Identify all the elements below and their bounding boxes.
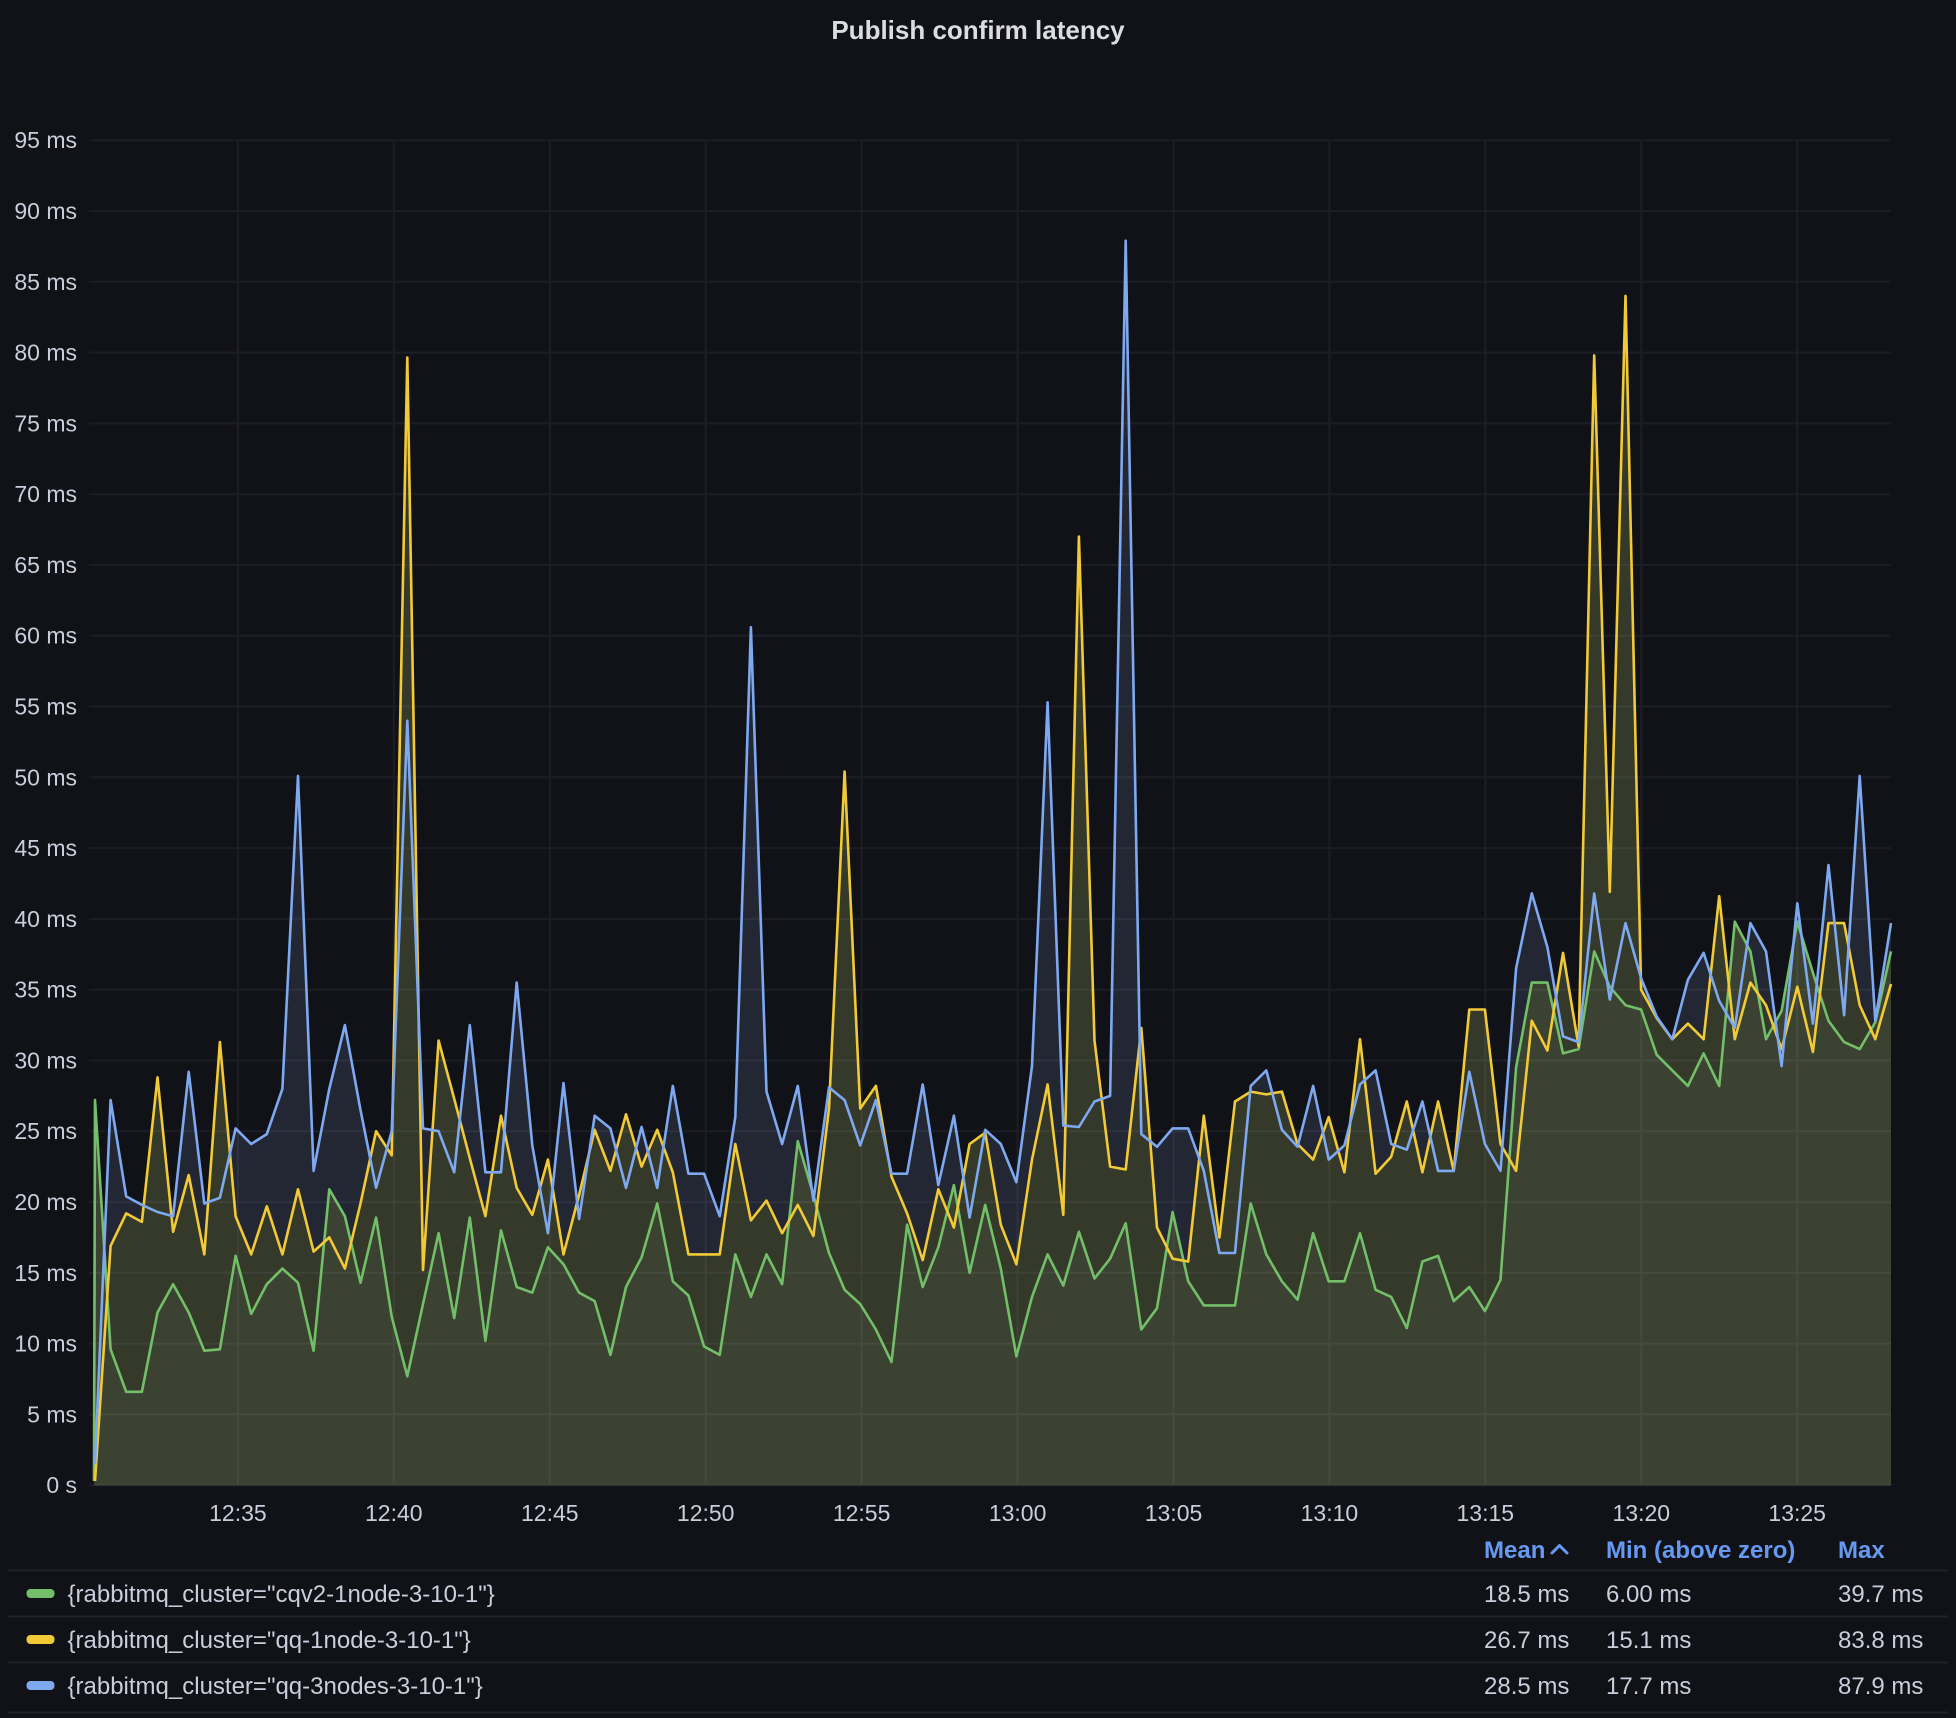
svg-text:Publish confirm latency: Publish confirm latency [831,15,1125,45]
svg-text:13:20: 13:20 [1613,1500,1671,1526]
svg-text:12:45: 12:45 [521,1500,579,1526]
svg-text:39.7 ms: 39.7 ms [1838,1581,1923,1608]
svg-text:15.1 ms: 15.1 ms [1606,1627,1691,1654]
svg-text:{rabbitmq_cluster="qq-3nodes-3: {rabbitmq_cluster="qq-3nodes-3-10-1"} [68,1673,483,1700]
svg-text:55 ms: 55 ms [14,694,77,720]
svg-text:Mean: Mean [1484,1537,1545,1564]
svg-text:15 ms: 15 ms [14,1260,77,1286]
svg-text:60 ms: 60 ms [14,623,77,649]
svg-text:Min (above zero): Min (above zero) [1606,1537,1795,1564]
svg-text:45 ms: 45 ms [14,835,77,861]
svg-text:12:50: 12:50 [677,1500,735,1526]
svg-text:75 ms: 75 ms [14,410,77,436]
svg-text:25 ms: 25 ms [14,1118,77,1144]
svg-text:0 s: 0 s [46,1472,77,1498]
svg-text:90 ms: 90 ms [14,198,77,224]
svg-text:17.7 ms: 17.7 ms [1606,1673,1691,1700]
svg-text:10 ms: 10 ms [14,1331,77,1357]
svg-text:18.5 ms: 18.5 ms [1484,1581,1569,1608]
svg-text:30 ms: 30 ms [14,1048,77,1074]
svg-text:13:15: 13:15 [1457,1500,1515,1526]
svg-text:65 ms: 65 ms [14,552,77,578]
svg-text:50 ms: 50 ms [14,764,77,790]
svg-text:40 ms: 40 ms [14,906,77,932]
svg-text:12:40: 12:40 [365,1500,423,1526]
svg-text:13:25: 13:25 [1768,1500,1826,1526]
svg-text:13:05: 13:05 [1145,1500,1203,1526]
svg-text:83.8 ms: 83.8 ms [1838,1627,1923,1654]
svg-text:13:10: 13:10 [1301,1500,1359,1526]
svg-text:{rabbitmq_cluster="cqv2-1node-: {rabbitmq_cluster="cqv2-1node-3-10-1"} [68,1581,495,1608]
svg-text:28.5 ms: 28.5 ms [1484,1673,1569,1700]
svg-text:Max: Max [1838,1537,1885,1564]
svg-text:6.00 ms: 6.00 ms [1606,1581,1691,1608]
svg-text:85 ms: 85 ms [14,269,77,295]
svg-text:80 ms: 80 ms [14,340,77,366]
svg-text:12:35: 12:35 [209,1500,267,1526]
svg-text:35 ms: 35 ms [14,977,77,1003]
svg-text:13:00: 13:00 [989,1500,1047,1526]
svg-text:70 ms: 70 ms [14,481,77,507]
svg-text:{rabbitmq_cluster="qq-1node-3-: {rabbitmq_cluster="qq-1node-3-10-1"} [68,1627,471,1654]
svg-text:26.7 ms: 26.7 ms [1484,1627,1569,1654]
svg-text:12:55: 12:55 [833,1500,891,1526]
svg-text:5 ms: 5 ms [27,1401,77,1427]
svg-text:87.9 ms: 87.9 ms [1838,1673,1923,1700]
svg-text:95 ms: 95 ms [14,127,77,153]
svg-text:20 ms: 20 ms [14,1189,77,1215]
